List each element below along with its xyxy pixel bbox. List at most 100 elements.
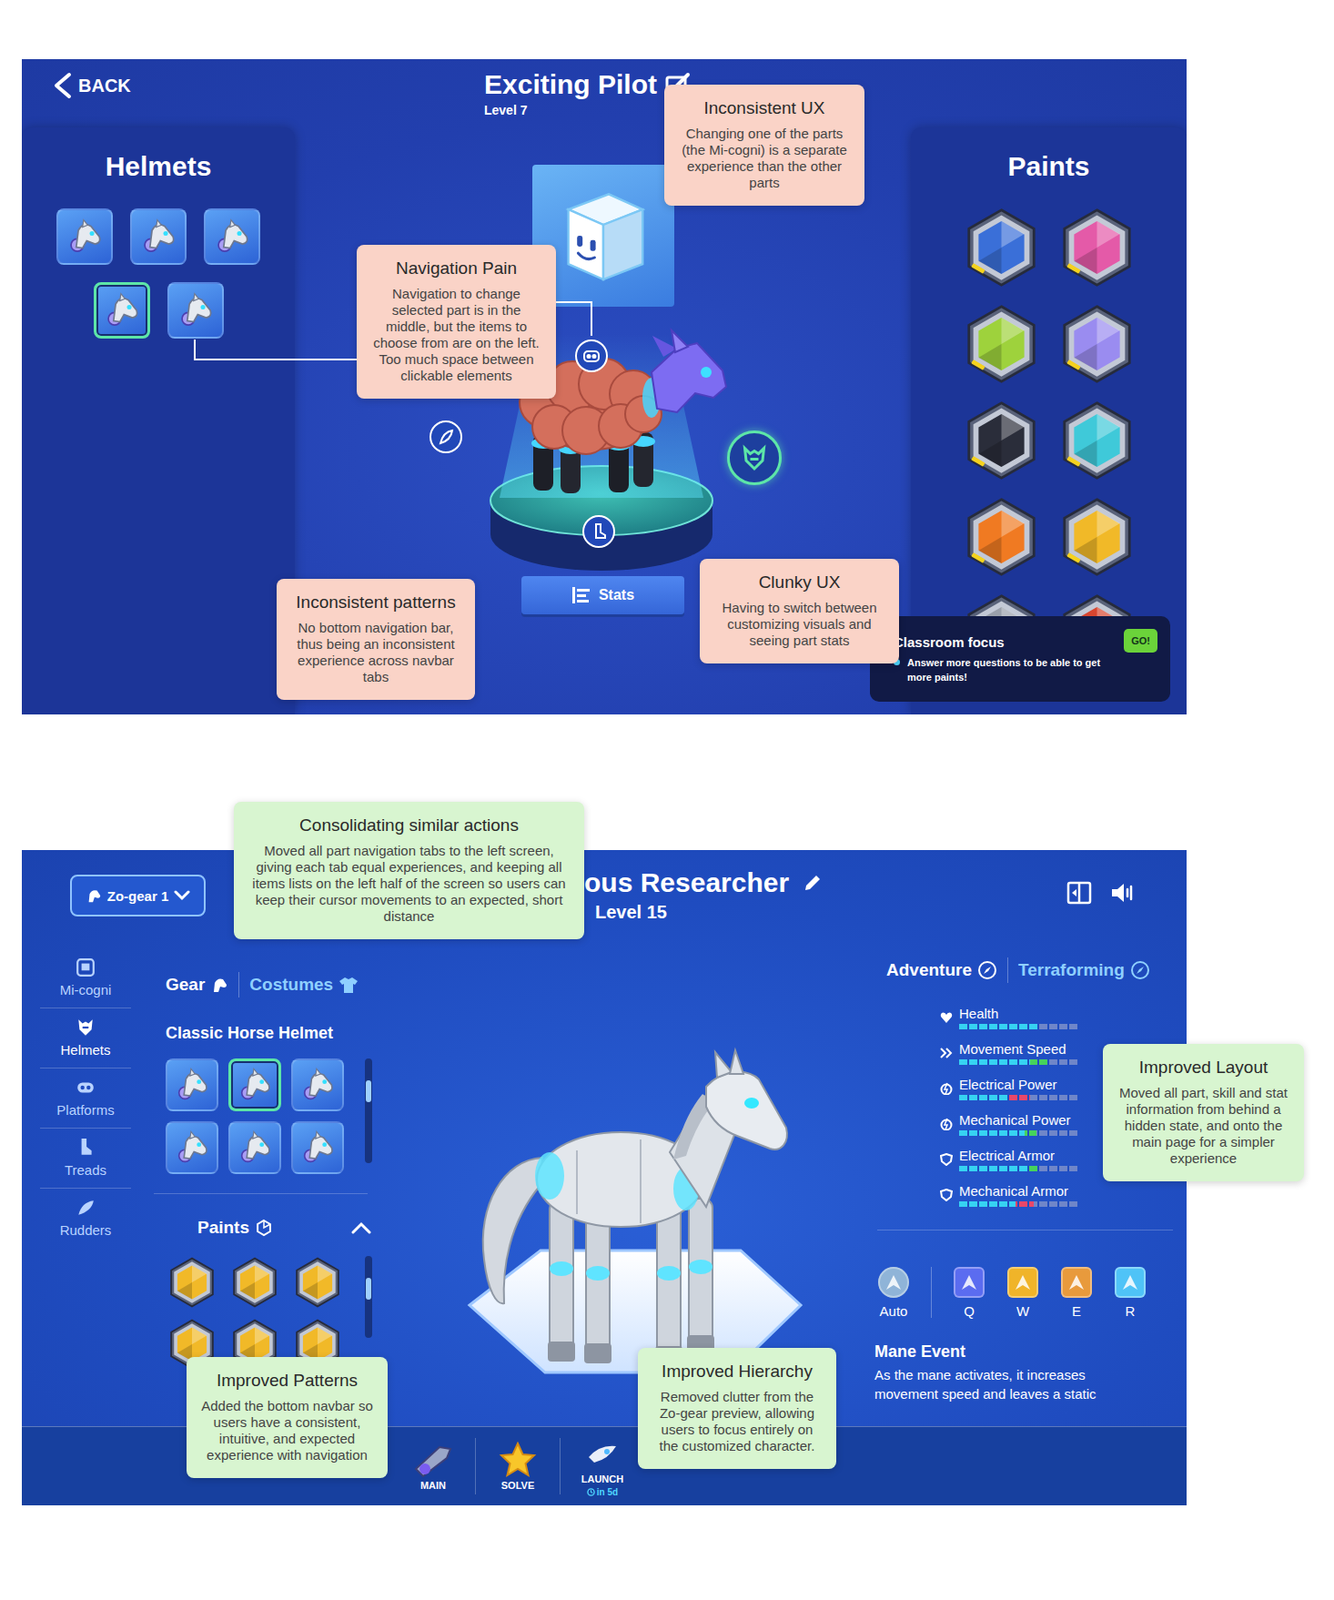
callout-text: No bottom navigation bar, thus being an … — [289, 619, 463, 686]
helmet-item[interactable] — [93, 282, 151, 339]
helmet-item[interactable] — [56, 208, 113, 265]
purple-horse-helmet — [651, 330, 727, 413]
part-nav-label: Treads — [64, 1162, 107, 1178]
part-nav: Mi-cogniHelmets Platforms Treads Rudders — [21, 940, 150, 1426]
ability-key: Auto — [879, 1303, 909, 1319]
list-bars-icon — [571, 586, 592, 605]
ability-name: Mane Event — [874, 1342, 1187, 1362]
part-hotspot[interactable] — [429, 420, 463, 454]
callout-text: Having to switch between customizing vis… — [712, 599, 887, 649]
helmet-part-icon — [740, 444, 769, 472]
ability-item[interactable]: E — [1058, 1266, 1095, 1319]
zo-gear-dropdown[interactable]: Zo-gear 1 — [70, 874, 206, 917]
nav-separator — [474, 1437, 476, 1495]
ability-item[interactable]: W — [1004, 1266, 1041, 1319]
helmet-item[interactable] — [291, 1121, 344, 1174]
paint-item[interactable] — [1058, 399, 1136, 482]
paints-header[interactable]: Paints — [153, 1217, 368, 1238]
part-nav-item[interactable]: Treads — [40, 1128, 132, 1189]
tab-label: Adventure — [886, 960, 972, 981]
helmet-item[interactable] — [167, 282, 224, 339]
paint-item[interactable] — [1058, 303, 1136, 385]
ability-glyph-icon — [1120, 1272, 1141, 1293]
stat-name: Health — [959, 1005, 1078, 1022]
stat-bar — [959, 1023, 1078, 1030]
panel-title: Helmets — [21, 127, 295, 182]
paint-item[interactable] — [165, 1255, 219, 1309]
helmet-item[interactable] — [165, 1058, 219, 1112]
part-hotspot[interactable] — [582, 515, 616, 548]
helmet-item[interactable] — [130, 208, 187, 265]
paint-item[interactable] — [228, 1255, 282, 1309]
classroom-message: Answer more questions to be able to get … — [907, 655, 1115, 685]
panel-title: Paints — [910, 127, 1187, 182]
part-hotspot[interactable] — [727, 430, 782, 486]
case-study-page: BACKExciting PilotLevel 7HelmetsStatsPai… — [0, 0, 1334, 1600]
stats-button[interactable]: Stats — [521, 576, 685, 615]
helmet-item[interactable] — [228, 1058, 282, 1112]
part-nav-item[interactable]: Platforms — [40, 1068, 132, 1129]
back-label: BACK — [78, 75, 132, 97]
callout-text: Added the bottom navbar so users have a … — [199, 1397, 375, 1464]
shirt-icon — [338, 975, 359, 994]
ability-icon — [953, 1266, 985, 1298]
ability-item[interactable]: Q — [950, 1266, 988, 1319]
scrollbar[interactable] — [364, 1058, 373, 1163]
helmet-item[interactable] — [228, 1121, 282, 1174]
part-nav-label: Rudders — [60, 1222, 112, 1238]
horse-helmet-icon — [171, 1127, 213, 1168]
heart-icon — [939, 1010, 953, 1024]
helmet-item[interactable] — [165, 1121, 219, 1174]
stat-name: Mechanical Power — [959, 1111, 1078, 1129]
bottom-nav-item[interactable]: SOLVE — [479, 1441, 556, 1492]
tab-label: Terraforming — [1018, 960, 1125, 981]
paint-hex-icon — [167, 1255, 217, 1309]
ability-glyph-icon — [1012, 1272, 1033, 1293]
bottom-nav-item[interactable]: MAIN — [394, 1441, 472, 1492]
callout-text: Navigation to change selected part is in… — [369, 285, 544, 385]
scroll-thumb[interactable] — [365, 1080, 372, 1102]
part-nav-item[interactable]: Mi-cogni — [40, 948, 132, 1009]
scroll-thumb[interactable] — [365, 1277, 372, 1300]
paint-item[interactable] — [291, 1255, 344, 1309]
ability-item[interactable]: Auto — [875, 1266, 912, 1319]
item-tab[interactable]: Gear — [165, 974, 229, 995]
chevron-up-icon[interactable] — [351, 1221, 372, 1234]
go-button[interactable]: GO! — [1123, 628, 1158, 653]
book-icon[interactable] — [1065, 879, 1093, 906]
paint-item[interactable] — [1058, 495, 1136, 578]
paint-hex-icon — [1058, 399, 1136, 482]
paint-item[interactable] — [962, 495, 1041, 578]
pencil-icon[interactable] — [801, 871, 824, 894]
cube-robot-icon — [548, 181, 658, 291]
paint-item[interactable] — [962, 206, 1041, 289]
part-nav-item[interactable]: Helmets — [40, 1008, 132, 1069]
helmets-panel: Helmets — [21, 127, 295, 715]
ability-item[interactable]: R — [1111, 1266, 1149, 1319]
part-hotspot[interactable] — [575, 339, 608, 373]
helmet-item[interactable] — [203, 208, 261, 265]
back-button[interactable]: BACK — [21, 59, 295, 100]
paint-item[interactable] — [962, 303, 1041, 385]
part-nav-label: Platforms — [56, 1101, 114, 1118]
stat-bar — [959, 1094, 1078, 1101]
item-tab[interactable]: Costumes — [249, 974, 359, 995]
paint-item[interactable] — [1058, 206, 1136, 289]
bottom-nav-item[interactable]: LAUNCHin 5d — [564, 1435, 641, 1497]
annotation-callout: Clunky UXHaving to switch between custom… — [699, 558, 900, 664]
speaker-icon[interactable] — [1109, 879, 1137, 906]
stat-tab[interactable]: Adventure — [886, 960, 998, 981]
helmet-item[interactable] — [291, 1058, 344, 1112]
callout-text: Moved all part navigation tabs to the le… — [246, 842, 572, 925]
part-nav-item[interactable]: Rudders — [40, 1188, 132, 1249]
callout-title: Consolidating similar actions — [246, 814, 572, 836]
ability-list: Auto QWER — [875, 1266, 1187, 1319]
annotation-callout: Inconsistent UXChanging one of the parts… — [664, 84, 865, 206]
chevron-left-icon — [50, 71, 73, 100]
stat-tab[interactable]: Terraforming — [1018, 960, 1151, 981]
horse-helmet-icon — [234, 1127, 275, 1168]
armor-icon — [939, 1188, 953, 1202]
scrollbar[interactable] — [364, 1255, 373, 1338]
paint-hex-icon — [962, 399, 1041, 482]
paint-item[interactable] — [962, 399, 1041, 482]
